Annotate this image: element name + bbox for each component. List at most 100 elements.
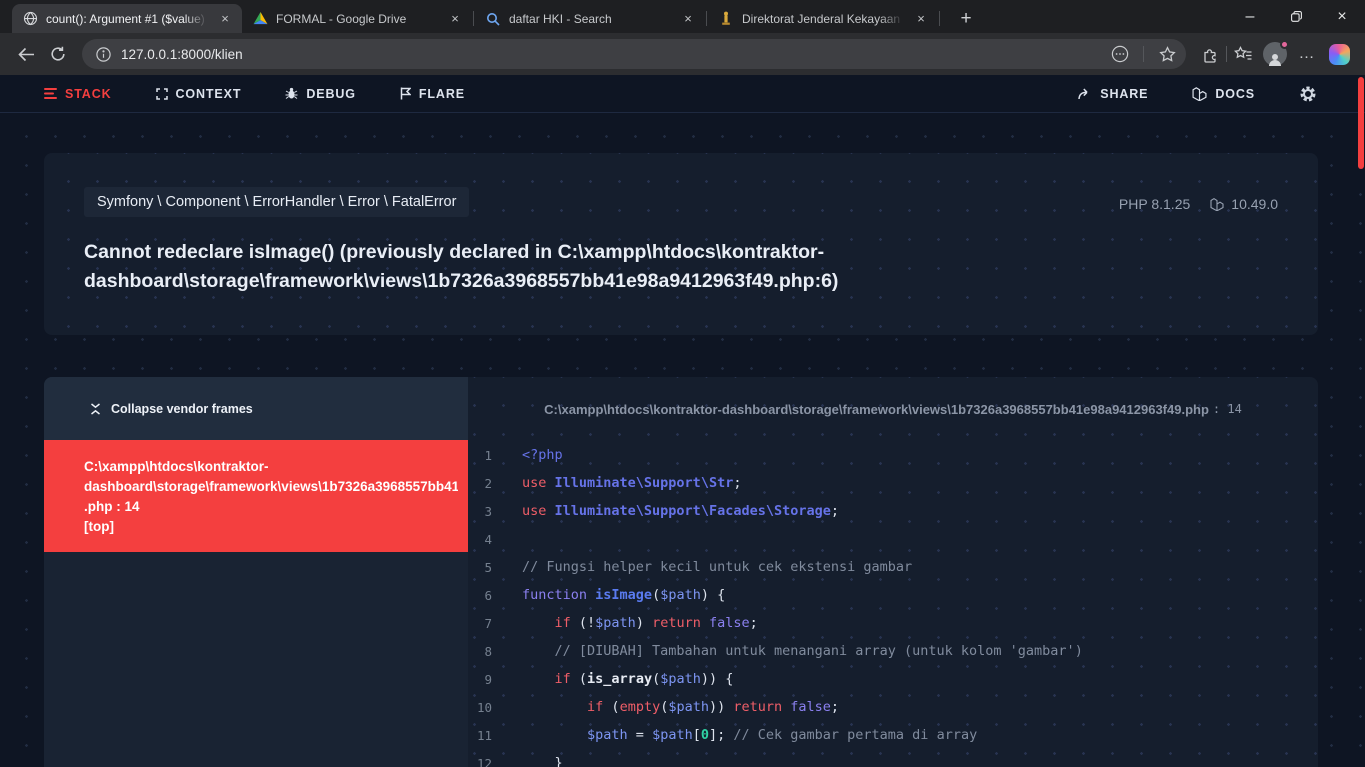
tab-close-icon[interactable]: × [446, 10, 464, 28]
version-info: PHP 8.1.25 10.49.0 [1119, 187, 1278, 212]
stack-icon [44, 88, 57, 99]
browser-toolbar: 127.0.0.1:8000/klien [0, 33, 1365, 75]
line-number: 9 [468, 672, 492, 687]
settings-more-icon[interactable]: … [1291, 38, 1323, 70]
line-number: 3 [468, 504, 492, 519]
code-line: 12 } [468, 749, 1318, 767]
line-number: 8 [468, 644, 492, 659]
php-version: PHP 8.1.25 [1119, 196, 1190, 212]
line-number: 6 [468, 588, 492, 603]
tab-separator [706, 11, 707, 26]
tab-close-icon[interactable]: × [216, 10, 234, 28]
restore-button[interactable] [1273, 0, 1319, 33]
new-tab-button[interactable]: + [951, 4, 981, 33]
flare-error-page: STACK CONTEXT DEBUG [0, 75, 1365, 767]
code-line: 8 // [DIUBAH] Tambahan untuk menangani a… [468, 637, 1318, 665]
stack-frames-sidebar: Collapse vendor frames C:\xampp\htdocs\k… [44, 377, 468, 767]
code-text: if (is_array($path)) { [522, 671, 733, 687]
stack-frame-selected[interactable]: C:\xampp\htdocs\kontraktor- dashboard\st… [44, 440, 468, 552]
stack-frames-rest [44, 552, 468, 767]
tab-separator [939, 11, 940, 26]
code-text: if (empty($path)) return false; [522, 699, 839, 715]
tab-separator [473, 11, 474, 26]
code-line: 1<?php [468, 441, 1318, 469]
context-brackets-icon [156, 88, 168, 100]
tab-context[interactable]: CONTEXT [156, 87, 242, 101]
settings-gear-icon[interactable] [1299, 85, 1317, 103]
search-icon [485, 11, 501, 27]
extensions-icon[interactable] [1194, 38, 1226, 70]
error-summary-card: Symfony \ Component \ ErrorHandler \ Err… [44, 153, 1318, 335]
minimize-button[interactable]: – [1227, 0, 1273, 33]
frame-path-line: C:\xampp\htdocs\kontraktor- [84, 457, 458, 477]
stack-sidebar-header: Collapse vendor frames [44, 377, 468, 440]
flare-nav: STACK CONTEXT DEBUG [0, 75, 1365, 113]
window-controls: – × [1227, 0, 1365, 33]
tab-close-icon[interactable]: × [679, 10, 697, 28]
tab-label: CONTEXT [176, 87, 242, 101]
tab-flare[interactable]: FLARE [400, 87, 465, 101]
code-line: 3use Illuminate\Support\Facades\Storage; [468, 497, 1318, 525]
code-line: 7 if (!$path) return false; [468, 609, 1318, 637]
url-text[interactable]: 127.0.0.1:8000/klien [121, 47, 1097, 62]
code-text: if (!$path) return false; [522, 615, 758, 631]
page-scrollbar-thumb[interactable] [1358, 77, 1364, 169]
code-text: $path = $path[0]; // Cek gambar pertama … [522, 727, 977, 743]
line-number: 4 [468, 532, 492, 547]
tab-stack[interactable]: STACK [44, 87, 112, 101]
file-path: C:\xampp\htdocs\kontraktor-dashboard\sto… [544, 402, 1209, 417]
tab-label: DEBUG [306, 87, 356, 101]
refresh-icon[interactable] [42, 38, 74, 70]
browser-tab-search[interactable]: daftar HKI - Search × [475, 4, 705, 33]
tab-close-icon[interactable]: × [912, 10, 930, 28]
tab-debug[interactable]: DEBUG [285, 87, 356, 101]
bug-icon [285, 87, 298, 100]
back-icon[interactable] [10, 38, 42, 70]
collapse-icon [90, 403, 101, 415]
favorites-bar-icon[interactable] [1227, 38, 1259, 70]
docs-button[interactable]: DOCS [1192, 86, 1255, 101]
favorite-star-icon[interactable] [1154, 41, 1180, 67]
code-text: <?php [522, 447, 563, 463]
file-line-number: : 14 [1213, 402, 1242, 416]
code-text: // [DIUBAH] Tambahan untuk menangani arr… [522, 643, 1083, 659]
error-message: Cannot redeclare isImage() (previously d… [84, 238, 874, 295]
profile-avatar[interactable] [1259, 38, 1291, 70]
laravel-version: 10.49.0 [1210, 196, 1278, 212]
copilot-icon[interactable] [1323, 38, 1355, 70]
browser-tab-error-page[interactable]: count(): Argument #1 ($value) mu × [12, 4, 242, 33]
code-line: 11 $path = $path[0]; // Cek gambar perta… [468, 721, 1318, 749]
avatar [1263, 42, 1287, 66]
browser-tab-google-drive[interactable]: FORMAL - Google Drive × [242, 4, 472, 33]
code-line: 9 if (is_array($path)) { [468, 665, 1318, 693]
code-line: 10 if (empty($path)) return false; [468, 693, 1318, 721]
code-listing[interactable]: 1<?php2use Illuminate\Support\Str;3use I… [468, 441, 1318, 767]
exception-class-badge[interactable]: Symfony \ Component \ ErrorHandler \ Err… [84, 187, 469, 217]
code-file-header: C:\xampp\htdocs\kontraktor-dashboard\sto… [468, 377, 1318, 441]
laravel-icon [1210, 197, 1224, 211]
site-info-icon[interactable] [96, 47, 111, 62]
browser-tab-djki[interactable]: Direktorat Jenderal Kekayaan Inte × [708, 4, 938, 33]
tab-title: daftar HKI - Search [509, 12, 671, 26]
address-more-icon[interactable] [1107, 41, 1133, 67]
flare-nav-actions: SHARE DOCS [1078, 85, 1317, 103]
line-number: 12 [468, 756, 492, 767]
code-text: use Illuminate\Support\Str; [522, 475, 741, 491]
frame-top-marker: [top] [84, 517, 458, 537]
notification-dot [1280, 40, 1289, 49]
globe-icon [22, 11, 38, 27]
tab-label: STACK [65, 87, 112, 101]
code-text: // Fungsi helper kecil untuk cek ekstens… [522, 559, 912, 575]
tab-title: FORMAL - Google Drive [276, 12, 438, 26]
collapse-vendor-frames-button[interactable]: Collapse vendor frames [90, 402, 253, 416]
tab-title: Direktorat Jenderal Kekayaan Inte [742, 12, 904, 26]
share-button[interactable]: SHARE [1078, 87, 1148, 101]
stack-trace-card: Collapse vendor frames C:\xampp\htdocs\k… [44, 377, 1318, 767]
code-line: 2use Illuminate\Support\Str; [468, 469, 1318, 497]
line-number: 7 [468, 616, 492, 631]
frame-path-line: dashboard\storage\framework\views\1b7326… [84, 477, 458, 497]
close-window-button[interactable]: × [1319, 0, 1365, 33]
address-bar[interactable]: 127.0.0.1:8000/klien [82, 39, 1186, 69]
laravel-icon [1192, 86, 1207, 101]
code-line: 6function isImage($path) { [468, 581, 1318, 609]
